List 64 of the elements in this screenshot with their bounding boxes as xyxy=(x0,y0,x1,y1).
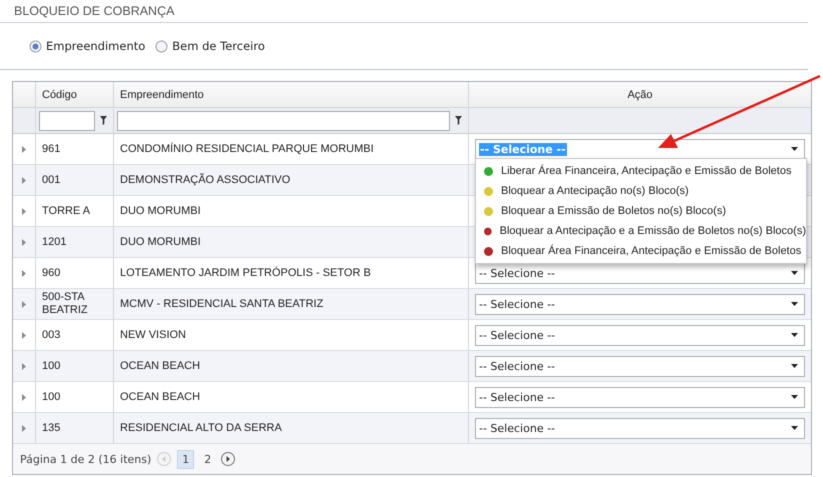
caret-icon xyxy=(791,333,798,337)
radio-button[interactable] xyxy=(155,40,168,52)
table-cell: 135 xyxy=(42,422,60,434)
dropdown-option[interactable]: Bloquear a Antecipação e a Emissão de Boletos no(s) Bloco(s) xyxy=(476,221,806,241)
expand-icon[interactable] xyxy=(22,270,26,276)
expand-icon[interactable] xyxy=(22,424,26,432)
dropdown-option[interactable]: Liberar Área Financeira, Antecipação e Emissão de Boletos xyxy=(476,161,806,181)
table-cell: DUO MORUMBI xyxy=(120,236,201,248)
caret-icon xyxy=(791,364,798,368)
column-header[interactable]: Empreendimento xyxy=(120,88,204,100)
page-title: BLOQUEIO DE COBRANÇA xyxy=(0,4,808,23)
page-summary: Página 1 de 2 (16 itens) xyxy=(20,452,152,466)
expand-icon[interactable] xyxy=(22,146,26,152)
radio-label[interactable]: Bem de Terceiro xyxy=(172,39,265,53)
expand-icon[interactable] xyxy=(22,238,26,246)
dropdown-option[interactable]: Bloquear a Emissão de Boletos no(s) Bloco(s) xyxy=(476,201,806,221)
action-dropdown[interactable]: -- Selecione -- xyxy=(475,418,805,438)
filter-icon[interactable] xyxy=(100,116,107,125)
table-cell: 003 xyxy=(42,328,60,342)
next-page-icon[interactable] xyxy=(221,452,236,466)
table-cell: 961 xyxy=(42,142,60,156)
expand-icon[interactable] xyxy=(22,394,26,400)
action-dropdown[interactable]: -- Selecione -- xyxy=(475,262,805,284)
caret-icon xyxy=(791,426,798,430)
expand-icon[interactable] xyxy=(22,208,26,214)
caret-icon xyxy=(791,395,798,399)
expand-icon[interactable] xyxy=(22,362,26,370)
table-cell: 100 xyxy=(42,390,60,404)
table-cell: 960 xyxy=(42,266,60,280)
action-dropdown[interactable]: -- Selecione -- xyxy=(475,386,805,408)
table-cell: CONDOMÍNIO RESIDENCIAL PARQUE MORUMBI xyxy=(120,143,374,155)
filter-field[interactable] xyxy=(117,110,450,130)
action-dropdown[interactable]: -- Selecione -- xyxy=(475,294,805,314)
column-header[interactable]: Código xyxy=(42,88,77,100)
table-cell: TORRE A xyxy=(42,204,90,218)
expand-icon[interactable] xyxy=(22,176,26,184)
expand-icon[interactable] xyxy=(22,300,26,308)
caret-icon xyxy=(791,147,798,151)
expand-icon[interactable] xyxy=(22,332,26,338)
table-cell: NEW VISION xyxy=(120,329,186,341)
table-cell: LOTEAMENTO JARDIM PETRÓPOLIS - SETOR B xyxy=(120,267,371,279)
page-link[interactable]: 2 xyxy=(200,450,216,468)
table-cell: DEMONSTRAÇÃO ASSOCIATIVO xyxy=(120,174,290,186)
caret-icon xyxy=(791,302,798,306)
column-header[interactable]: Ação xyxy=(627,88,653,100)
table-cell-text: 500-STA BEATRIZ xyxy=(42,291,89,317)
action-dropdown[interactable]: -- Selecione -- xyxy=(475,356,805,376)
filter-field[interactable] xyxy=(39,110,95,130)
table-cell: OCEAN BEACH xyxy=(120,360,200,372)
table-cell: 1201 xyxy=(42,236,66,248)
table-cell: 100 xyxy=(42,360,60,372)
radio-label[interactable]: Empreendimento xyxy=(46,39,146,53)
radio-button[interactable] xyxy=(29,40,42,52)
caret-icon xyxy=(791,271,798,275)
table-cell: RESIDENCIAL ALTO DA SERRA xyxy=(120,422,282,434)
table-cell: DUO MORUMBI xyxy=(120,205,201,217)
dropdown-option[interactable]: Bloquear a Antecipação no(s) Bloco(s) xyxy=(476,181,806,201)
table-cell: MCMV - RESIDENCIAL SANTA BEATRIZ xyxy=(120,298,324,310)
dropdown-option[interactable]: Bloquear Área Financeira, Antecipação e Emissão de Boletos xyxy=(476,241,806,261)
filter-icon[interactable] xyxy=(455,116,462,125)
table-cell: 001 xyxy=(42,174,60,186)
page-link[interactable]: 1 xyxy=(177,450,194,468)
action-dropdown[interactable]: -- Selecione -- xyxy=(475,324,805,346)
table-cell: OCEAN BEACH xyxy=(120,391,200,403)
